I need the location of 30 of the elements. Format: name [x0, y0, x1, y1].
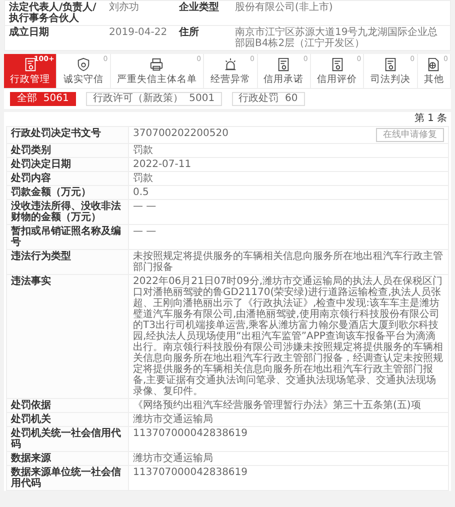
field-value: 南京市江宁区苏源大道19号九龙湖国际企业总部园B4栋2层（江宁开发区）	[234, 26, 439, 50]
field-value: 2019-04-22	[108, 26, 168, 40]
field-value: 2022年06月21日07时09分,潍坊市交通运输局的执法人员在保税区门口对潘艳丽驾驶的鲁GD21170(荣安绿)进行道路运输检查,执法人员张超、王刚向潘艳丽出示了《行政执法证》,检查中发现:该车车主是潍坊璧道汽车服务有限公司,由潘艳丽驾驶,使用南京领行科技股份有限公司的T3出行司机端接单运营,乘客从潍坊富力翰尔曼酒店大厦到歌尔科技园,经执法人员现场使用“出租汽车监管”APP查询该车报备平台为滴滴出行。南京领行科技股份有限公司涉嫌未按照规定将提供服务的车辆相关信息向服务所在地出租汽车行政主管部门报备，经调查认定未按照规定将提供服务的车辆相关信息向服务所在地出租汽车行政主管部门报备,主要证据有交通执法询问笔录、交通执法现场笔录、交通执法现场录像、复印件。	[133, 276, 444, 397]
field-label: 住所	[178, 26, 200, 40]
field-value: 2022-07-11	[133, 159, 192, 170]
field-value: 113707000042838619	[133, 467, 248, 478]
field-value: 113707000042838619	[133, 428, 248, 439]
filter-chip[interactable]: 行政许可（新政策） 5001	[86, 92, 222, 106]
printer-icon	[149, 57, 164, 72]
field-value: 潍坊市交通运输局	[133, 453, 213, 464]
field-label: 企业类型	[178, 1, 220, 15]
field-value: 刘亦功	[108, 1, 140, 15]
field-value: 370700202200520	[133, 128, 228, 139]
filter-chip[interactable]: 全部 5061	[10, 92, 76, 106]
field-value: 《网络预约出租汽车经营服务管理暂行办法》第三十五条第(五)项	[133, 400, 421, 411]
field-value: — —	[133, 201, 156, 212]
field-value: 股份有限公司(非上市)	[234, 1, 334, 15]
field-label: 成立日期	[8, 26, 50, 40]
field-value: 罚款	[133, 173, 153, 184]
field-value: 罚款	[133, 145, 153, 156]
document-grid-icon	[426, 57, 442, 72]
field-value: — —	[133, 226, 156, 237]
field-value: 潍坊市交通运输局	[133, 414, 213, 425]
field-label: 法定代表人/负责人/执行事务合伙人	[8, 1, 98, 25]
field-value: 未按照规定将提供服务的车辆相关信息向服务所在地出租汽车行政主管部门报备	[133, 251, 444, 273]
siren-icon	[222, 57, 238, 72]
filter-chip[interactable]: 行政处罚 60	[232, 92, 305, 106]
record-index: 第 1 条	[414, 113, 447, 124]
field-value: 0.5	[133, 187, 149, 198]
shield-icon	[76, 57, 92, 72]
